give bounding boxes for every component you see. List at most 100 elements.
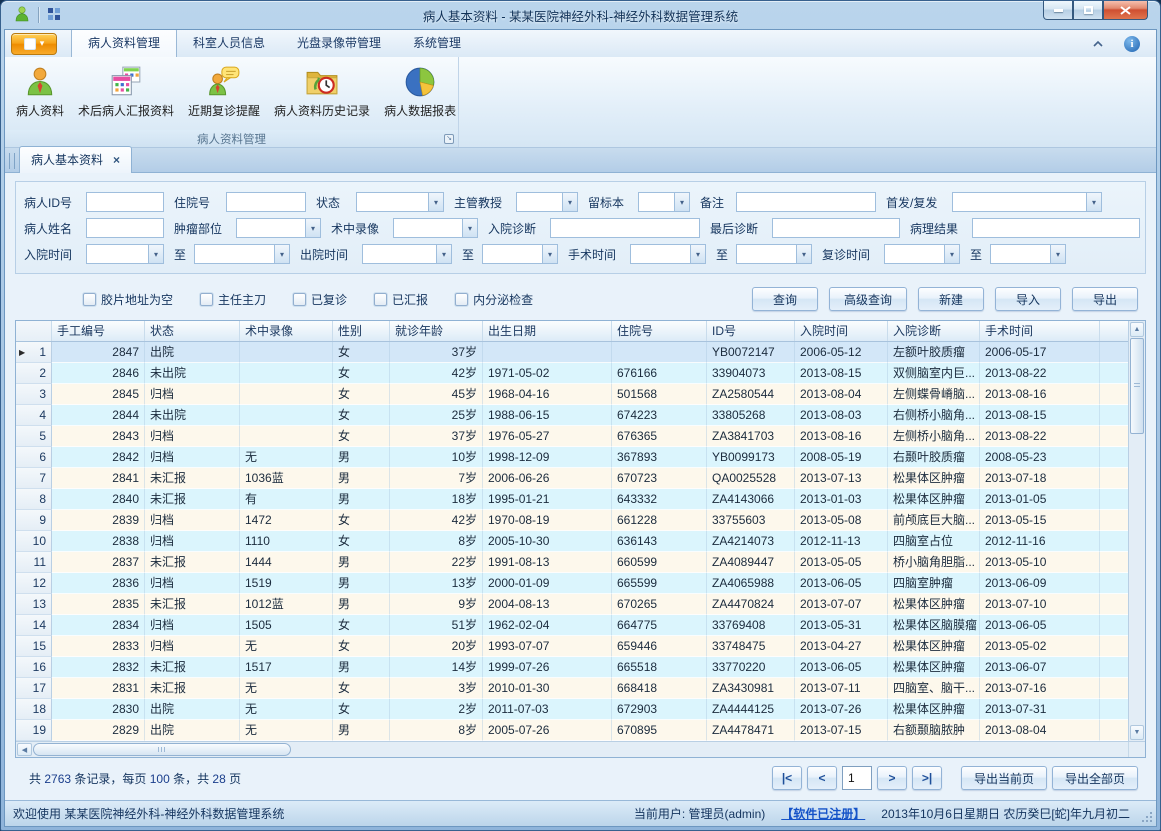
- filter-combo-0-2[interactable]: ▾: [356, 192, 444, 212]
- table-cell[interactable]: 男: [333, 720, 390, 741]
- table-cell[interactable]: 2005-07-26: [483, 720, 612, 741]
- table-cell[interactable]: 松果体区肿瘤: [888, 636, 980, 657]
- table-cell[interactable]: 636143: [612, 531, 707, 552]
- table-cell[interactable]: 42岁: [390, 510, 483, 531]
- table-cell[interactable]: 四脑室、脑干...: [888, 678, 980, 699]
- table-cell[interactable]: 33755603: [707, 510, 795, 531]
- table-row[interactable]: 62842归档无男10岁1998-12-09367893YB0099173200…: [16, 447, 1128, 468]
- column-header-8[interactable]: 入院时间: [795, 321, 888, 341]
- table-cell[interactable]: 归档: [145, 384, 240, 405]
- filter-combo-2-5[interactable]: ▾: [736, 244, 812, 264]
- table-cell[interactable]: 13岁: [390, 573, 483, 594]
- action-button-0[interactable]: 查询: [752, 287, 818, 311]
- table-cell[interactable]: 2013-06-05: [795, 657, 888, 678]
- table-cell[interactable]: 无: [240, 678, 333, 699]
- table-cell[interactable]: ZA3841703: [707, 426, 795, 447]
- close-button[interactable]: [1103, 1, 1148, 20]
- last-page-button[interactable]: >|: [912, 766, 942, 790]
- table-cell[interactable]: 1472: [240, 510, 333, 531]
- table-cell[interactable]: 10岁: [390, 447, 483, 468]
- filter-combo-0-3[interactable]: ▾: [516, 192, 578, 212]
- table-cell[interactable]: 前颅底巨大脑...: [888, 510, 980, 531]
- scroll-left-icon[interactable]: ◀: [17, 743, 32, 756]
- table-cell[interactable]: 松果体区肿瘤: [888, 657, 980, 678]
- table-cell[interactable]: 2012-11-16: [980, 531, 1100, 552]
- scroll-down-icon[interactable]: ▼: [1130, 725, 1144, 740]
- table-cell[interactable]: 37岁: [390, 342, 483, 363]
- resize-grip-icon[interactable]: [1142, 812, 1152, 822]
- filter-combo-2-2[interactable]: ▾: [362, 244, 452, 264]
- table-cell[interactable]: 未汇报: [145, 489, 240, 510]
- table-cell[interactable]: ZA4143066: [707, 489, 795, 510]
- table-cell[interactable]: 男: [333, 657, 390, 678]
- table-cell[interactable]: [240, 363, 333, 384]
- combo-arrow-icon[interactable]: ▾: [674, 193, 689, 211]
- combo-arrow-icon[interactable]: ▾: [428, 193, 443, 211]
- table-cell[interactable]: [483, 342, 612, 363]
- table-cell[interactable]: 松果体区肿瘤: [888, 489, 980, 510]
- checkbox-box-icon[interactable]: [374, 293, 387, 306]
- table-cell[interactable]: 2013-05-08: [795, 510, 888, 531]
- table-cell[interactable]: 1999-07-26: [483, 657, 612, 678]
- combo-arrow-icon[interactable]: ▾: [542, 245, 557, 263]
- action-button-2[interactable]: 新建: [918, 287, 984, 311]
- row-indicator[interactable]: 10: [16, 531, 52, 552]
- table-cell[interactable]: 女: [333, 531, 390, 552]
- table-cell[interactable]: 1998-12-09: [483, 447, 612, 468]
- table-cell[interactable]: 1517: [240, 657, 333, 678]
- table-row[interactable]: 162832未汇报1517男14岁1999-07-266655183377022…: [16, 657, 1128, 678]
- column-header-0[interactable]: 手工编号: [52, 321, 145, 341]
- table-cell[interactable]: 女: [333, 678, 390, 699]
- table-cell[interactable]: 无: [240, 447, 333, 468]
- table-cell[interactable]: 2834: [52, 615, 145, 636]
- table-cell[interactable]: 672903: [612, 699, 707, 720]
- export-current-page-button[interactable]: 导出当前页: [961, 766, 1047, 790]
- horizontal-scrollbar[interactable]: ◀: [16, 741, 1145, 757]
- filter-input-0-1[interactable]: [226, 192, 306, 212]
- table-cell[interactable]: 未出院: [145, 363, 240, 384]
- table-row[interactable]: 32845归档女45岁1968-04-16501568ZA25805442013…: [16, 384, 1128, 405]
- table-cell[interactable]: 2010-01-30: [483, 678, 612, 699]
- filter-combo-2-0[interactable]: ▾: [86, 244, 164, 264]
- combo-arrow-icon[interactable]: ▾: [148, 245, 163, 263]
- table-cell[interactable]: 2013-06-05: [980, 615, 1100, 636]
- combo-arrow-icon[interactable]: ▾: [562, 193, 577, 211]
- table-cell[interactable]: 25岁: [390, 405, 483, 426]
- table-cell[interactable]: 归档: [145, 510, 240, 531]
- row-indicator[interactable]: 12: [16, 573, 52, 594]
- table-cell[interactable]: 1110: [240, 531, 333, 552]
- table-cell[interactable]: 9岁: [390, 594, 483, 615]
- filter-combo-2-7[interactable]: ▾: [990, 244, 1066, 264]
- table-cell[interactable]: 2013-08-04: [980, 720, 1100, 741]
- table-cell[interactable]: 1993-07-07: [483, 636, 612, 657]
- row-indicator[interactable]: ▶1: [16, 342, 52, 363]
- checkbox-box-icon[interactable]: [293, 293, 306, 306]
- table-row[interactable]: 42844未出院女25岁1988-06-15674223338052682013…: [16, 405, 1128, 426]
- table-cell[interactable]: 1505: [240, 615, 333, 636]
- table-row[interactable]: 192829出院无男8岁2005-07-26670895ZA4478471201…: [16, 720, 1128, 741]
- row-indicator[interactable]: 2: [16, 363, 52, 384]
- table-cell[interactable]: 7岁: [390, 468, 483, 489]
- row-indicator[interactable]: 3: [16, 384, 52, 405]
- filter-input-1-5[interactable]: [972, 218, 1140, 238]
- table-cell[interactable]: 33748475: [707, 636, 795, 657]
- application-menu-button[interactable]: ▾: [11, 33, 57, 55]
- table-cell[interactable]: [612, 342, 707, 363]
- action-button-4[interactable]: 导出: [1072, 287, 1138, 311]
- row-indicator[interactable]: 16: [16, 657, 52, 678]
- table-cell[interactable]: 2013-05-15: [980, 510, 1100, 531]
- combo-arrow-icon[interactable]: ▾: [690, 245, 705, 263]
- table-cell[interactable]: 2013-08-16: [980, 384, 1100, 405]
- combo-arrow-icon[interactable]: ▾: [944, 245, 959, 263]
- table-row[interactable]: ▶12847出院女37岁YB00721472006-05-12左额叶胶质瘤200…: [16, 342, 1128, 363]
- table-cell[interactable]: 51岁: [390, 615, 483, 636]
- table-cell[interactable]: 33805268: [707, 405, 795, 426]
- table-cell[interactable]: 男: [333, 573, 390, 594]
- filter-combo-0-6[interactable]: ▾: [952, 192, 1102, 212]
- filter-combo-2-1[interactable]: ▾: [194, 244, 290, 264]
- table-cell[interactable]: 男: [333, 489, 390, 510]
- table-cell[interactable]: ZA4089447: [707, 552, 795, 573]
- column-header-4[interactable]: 就诊年龄: [390, 321, 483, 341]
- table-cell[interactable]: 男: [333, 594, 390, 615]
- table-cell[interactable]: 670895: [612, 720, 707, 741]
